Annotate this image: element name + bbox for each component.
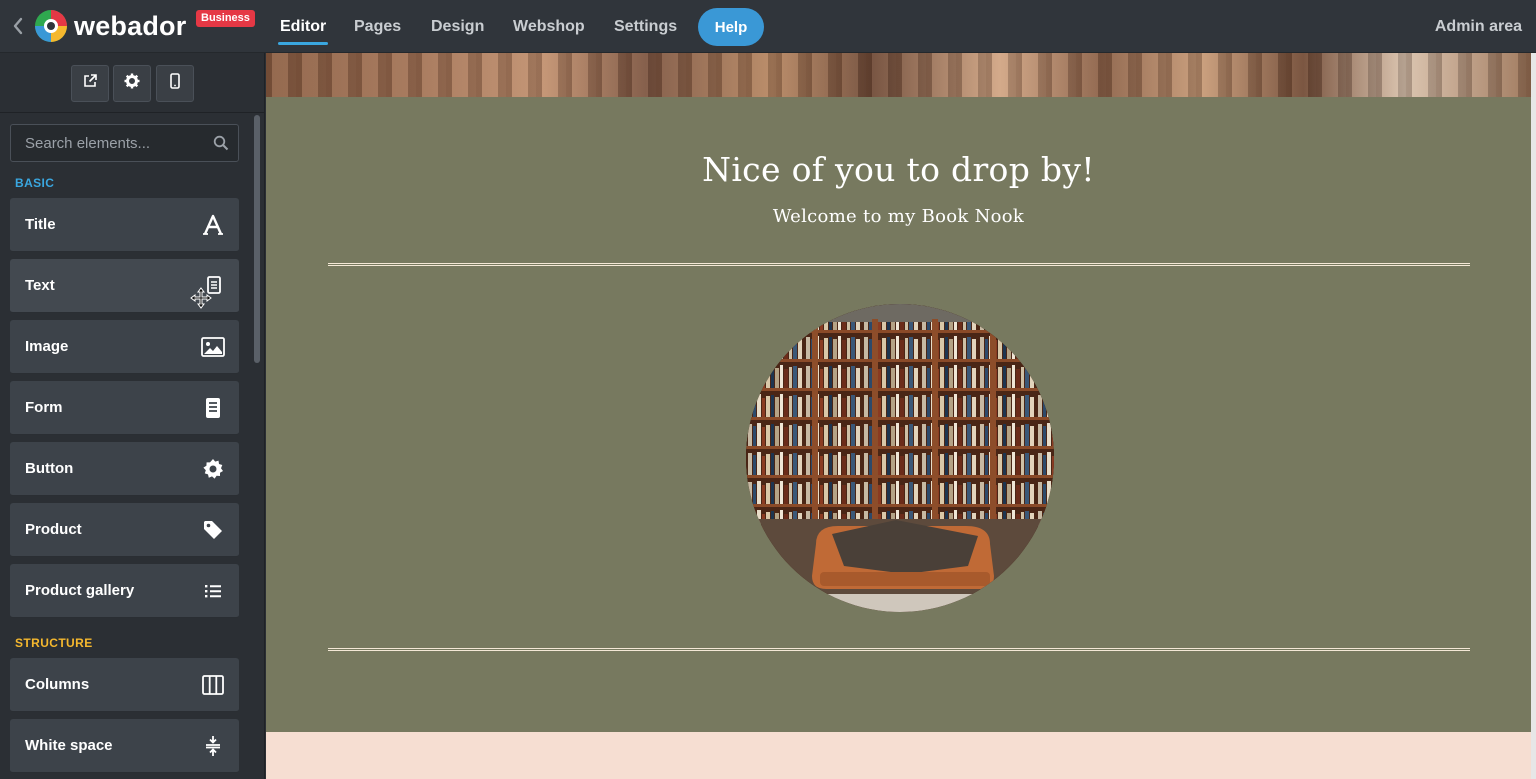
header-image[interactable] — [266, 53, 1531, 97]
white-space-icon — [201, 734, 225, 758]
move-cursor-icon — [190, 287, 212, 314]
active-tab-indicator — [278, 42, 328, 45]
sidebar-scrollbar[interactable] — [254, 115, 260, 363]
divider-top[interactable] — [328, 263, 1470, 266]
footer-section[interactable] — [266, 732, 1531, 779]
external-link-icon — [82, 73, 98, 94]
back-chevron-icon[interactable] — [8, 14, 28, 38]
element-image[interactable]: Image — [10, 320, 239, 374]
element-label: White space — [25, 737, 113, 754]
tab-design[interactable]: Design — [431, 17, 484, 37]
element-label: Title — [25, 216, 56, 233]
search-elements-field[interactable] — [10, 124, 239, 162]
element-white-space[interactable]: White space — [10, 719, 239, 773]
divider-bottom[interactable] — [328, 648, 1470, 651]
preview-button[interactable] — [71, 65, 109, 102]
columns-icon — [201, 673, 225, 697]
plan-badge: Business — [196, 10, 255, 27]
element-text[interactable]: Text — [10, 259, 239, 313]
form-icon — [201, 396, 225, 420]
tab-webshop[interactable]: Webshop — [513, 17, 585, 37]
search-input[interactable] — [11, 125, 206, 161]
element-columns[interactable]: Columns — [10, 658, 239, 712]
title-icon — [201, 213, 225, 237]
element-button[interactable]: Button — [10, 442, 239, 496]
page-settings-button[interactable] — [113, 65, 151, 102]
mobile-icon — [169, 73, 181, 94]
element-label: Form — [25, 399, 63, 416]
help-button[interactable]: Help — [698, 8, 764, 46]
website-canvas[interactable]: Nice of you to drop by! Welcome to my Bo… — [266, 53, 1531, 779]
hero-title[interactable]: Nice of you to drop by! — [266, 148, 1531, 192]
tab-editor[interactable]: Editor — [280, 17, 326, 37]
elements-sidebar: BASIC Title Text Image Form Button — [0, 53, 265, 779]
button-icon — [201, 457, 225, 481]
element-title[interactable]: Title — [10, 198, 239, 252]
webador-logo-icon[interactable] — [34, 9, 68, 43]
tab-settings[interactable]: Settings — [614, 17, 677, 37]
search-icon[interactable] — [213, 135, 229, 151]
element-label: Text — [25, 277, 55, 294]
mobile-preview-button[interactable] — [156, 65, 194, 102]
top-bar: webador Business Editor Pages Design Web… — [0, 0, 1536, 53]
element-product-gallery[interactable]: Product gallery — [10, 564, 239, 618]
bookshelf-image[interactable] — [746, 304, 1054, 612]
sidebar-toolbar — [0, 53, 265, 113]
gear-icon — [124, 73, 140, 94]
section-basic-label: BASIC — [15, 176, 55, 190]
brand-name[interactable]: webador — [74, 9, 186, 43]
tag-icon — [201, 518, 225, 542]
admin-area-link[interactable]: Admin area — [1435, 17, 1522, 37]
element-label: Columns — [25, 676, 90, 693]
element-label: Image — [25, 338, 69, 355]
tab-pages[interactable]: Pages — [354, 17, 401, 37]
element-label: Product gallery — [25, 582, 135, 599]
list-icon — [201, 579, 225, 603]
element-label: Product — [25, 521, 82, 538]
hero-subtitle[interactable]: Welcome to my Book Nook — [266, 205, 1531, 229]
element-form[interactable]: Form — [10, 381, 239, 435]
image-icon — [201, 335, 225, 359]
element-product[interactable]: Product — [10, 503, 239, 557]
section-structure-label: STRUCTURE — [15, 636, 93, 650]
canvas-scrollbar[interactable] — [1531, 53, 1536, 779]
element-label: Button — [25, 460, 74, 477]
